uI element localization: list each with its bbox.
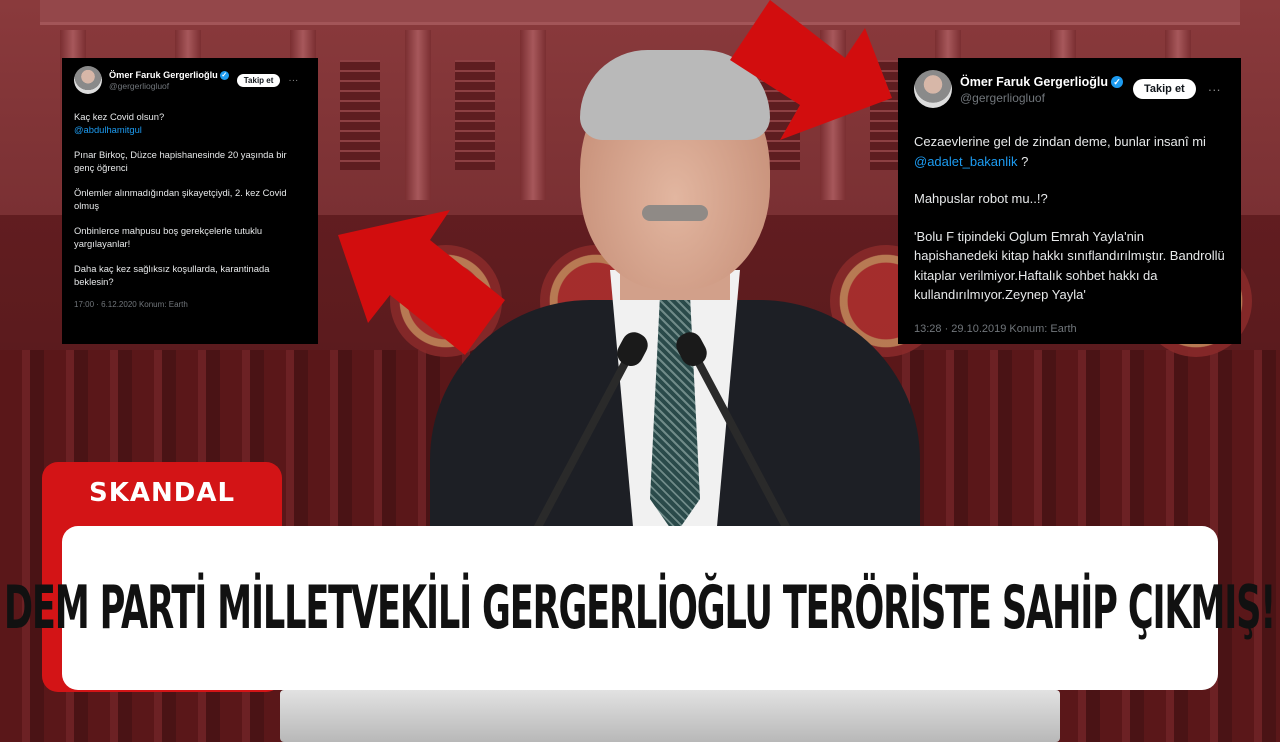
tweet-timestamp[interactable]: 13:28 · 29.10.2019 Konum: Earth xyxy=(914,323,1227,335)
headline-banner: DEM PARTİ MİLLETVEKİLİ GERGERLİOĞLU TERÖ… xyxy=(4,526,1277,690)
tweet-header: Ömer Faruk Gergerlioğlu ✓ @gergerliogluof… xyxy=(914,70,1227,108)
tweet-paragraph: Onbinlerce mahpusu boş gerekçelerle tutu… xyxy=(74,225,263,249)
tweet-paragraph: Önlemler alınmadığından şikayetçiydi, 2.… xyxy=(74,187,287,211)
podium xyxy=(280,690,1060,742)
tweet-body: Cezaevlerine gel de zindan deme, bunlar … xyxy=(914,132,1227,305)
follow-button[interactable]: Takip et xyxy=(1132,79,1196,99)
arrow-right-icon xyxy=(730,0,892,140)
tweet-paragraph: Daha kaç kez sağlıksız koşullarda, karan… xyxy=(74,263,270,287)
tweet-header: Ömer Faruk Gergerlioğlu ✓ @gergerliogluof… xyxy=(74,66,308,94)
tweet-body: Kaç kez Covid olsun? @abdulhamitgul Pına… xyxy=(74,110,308,288)
verified-badge-icon: ✓ xyxy=(1110,76,1123,89)
mention-link[interactable]: @adalet_bakanlik xyxy=(914,154,1018,169)
author-name[interactable]: Ömer Faruk Gergerlioğlu xyxy=(109,70,218,80)
mention-link[interactable]: @abdulhamitgul xyxy=(74,124,142,135)
tweet-card-right: Ömer Faruk Gergerlioğlu ✓ @gergerliogluof… xyxy=(898,58,1241,344)
tweet-paragraph: Pınar Birkoç, Düzce hapishanesinde 20 ya… xyxy=(74,149,287,173)
tweet-paragraph: Cezaevlerine gel de zindan deme, bunlar … xyxy=(914,134,1206,169)
tweet-timestamp[interactable]: 17:00 · 6.12.2020 Konum: Earth xyxy=(74,300,308,309)
follow-button[interactable]: Takip et xyxy=(236,73,281,87)
verified-badge-icon: ✓ xyxy=(219,71,229,80)
author-handle[interactable]: @gergerliogluof xyxy=(109,81,229,91)
avatar[interactable] xyxy=(74,66,102,94)
tweet-paragraph: 'Bolu F tipindeki Oglum Emrah Yayla'nin … xyxy=(914,228,1225,303)
category-tag-label: SKANDAL xyxy=(88,478,236,508)
author-handle[interactable]: @gergerliogluof xyxy=(960,91,1123,105)
mustache xyxy=(642,205,708,221)
tweet-paragraph: Mahpuslar robot mu..!? xyxy=(914,191,1048,206)
tweet-card-left: Ömer Faruk Gergerlioğlu ✓ @gergerliogluof… xyxy=(62,58,318,344)
avatar[interactable] xyxy=(914,70,952,108)
more-options-icon[interactable]: ··· xyxy=(1208,82,1221,97)
headline-text: DEM PARTİ MİLLETVEKİLİ GERGERLİOĞLU TERÖ… xyxy=(4,573,1276,643)
tweet-paragraph: Kaç kez Covid olsun? @abdulhamitgul xyxy=(74,111,165,135)
arrow-left-icon xyxy=(338,210,505,355)
more-options-icon[interactable]: ··· xyxy=(288,75,298,86)
author-name[interactable]: Ömer Faruk Gergerlioğlu xyxy=(960,75,1108,89)
